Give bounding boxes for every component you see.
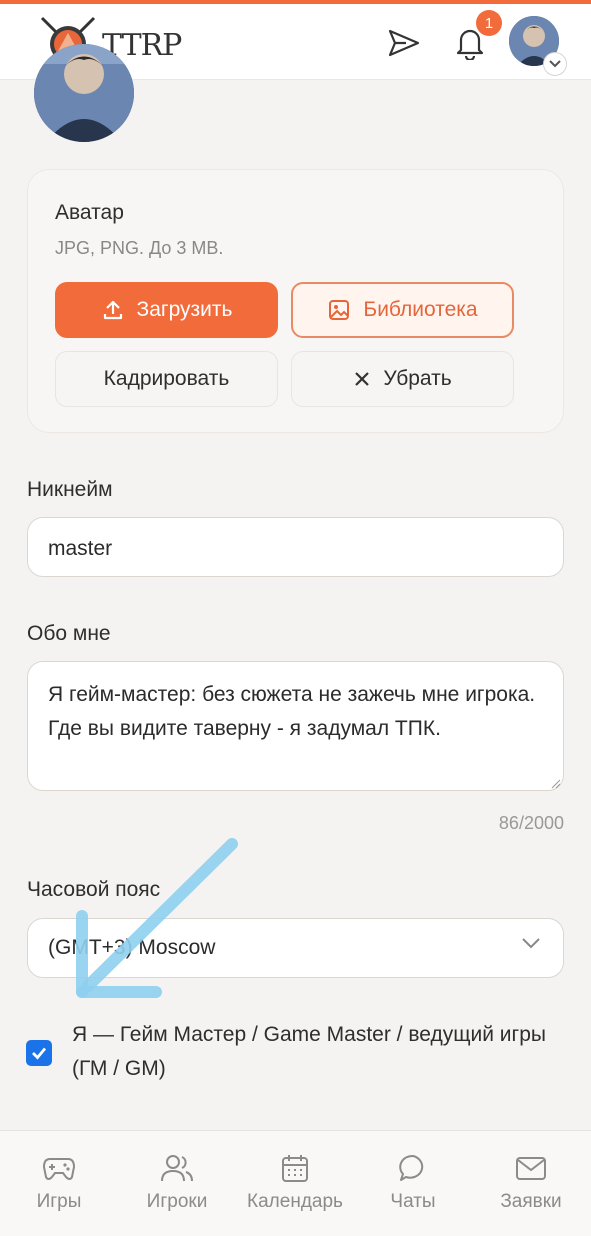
profile-avatar-preview [34,44,134,142]
annotation-arrow [76,838,238,998]
about-label: Обо мне [27,622,111,645]
nav-chats-label: Чаты [390,1191,436,1212]
send-icon[interactable] [388,28,420,58]
avatar-settings-card: Аватар JPG, PNG. До 3 MB. Загрузить Библ… [27,169,564,433]
gm-checkbox[interactable] [26,1040,52,1066]
chevron-down-icon [522,938,540,949]
upload-hint: JPG, PNG. До 3 MB. [55,238,224,258]
nav-players-label: Игроки [146,1191,208,1212]
upload-button[interactable]: Загрузить [55,282,278,338]
library-button[interactable]: Библиотека [291,282,514,338]
nav-chats[interactable]: Чаты [354,1153,472,1213]
gamepad-icon [42,1158,76,1180]
avatar-photo-large [34,44,134,142]
remove-button-label: Убрать [383,367,452,390]
crop-button[interactable]: Кадрировать [55,351,278,407]
gm-checkbox-label[interactable]: Я — Гейм Мастер / Game Master / ведущий … [72,1018,572,1086]
close-icon [355,372,370,386]
card-title: Аватар [55,201,124,224]
account-menu-toggle[interactable] [543,52,567,76]
nav-games[interactable]: Игры [0,1153,118,1213]
library-button-label: Библиотека [363,298,478,321]
notification-badge: 1 [476,10,502,36]
chat-icon [399,1154,424,1181]
nav-calendar-label: Календарь [247,1191,343,1212]
resize-handle-icon[interactable] [551,779,561,789]
upload-button-label: Загрузить [136,298,233,321]
upload-icon [103,300,122,320]
remove-avatar-button[interactable]: Убрать [291,351,514,407]
nav-players[interactable]: Игроки [118,1153,236,1213]
about-char-counter: 86/2000 [498,813,564,833]
checkmark-icon [32,1047,47,1060]
nav-games-label: Игры [36,1191,82,1212]
nickname-label: Никнейм [27,478,113,501]
chevron-down-icon [549,60,561,68]
users-icon [161,1155,193,1182]
bottom-navigation: Игры Игроки Календарь Чаты Заявки [0,1130,591,1236]
calendar-icon [282,1155,308,1182]
nav-requests[interactable]: Заявки [472,1153,590,1213]
nav-requests-label: Заявки [500,1191,562,1212]
image-icon [329,300,350,320]
nickname-input[interactable]: master [27,517,564,577]
crop-button-label: Кадрировать [103,367,230,390]
mail-icon [516,1157,546,1180]
nav-calendar[interactable]: Календарь [236,1153,354,1213]
about-textarea[interactable]: Я гейм-мастер: без сюжета не зажечь мне … [27,661,564,791]
